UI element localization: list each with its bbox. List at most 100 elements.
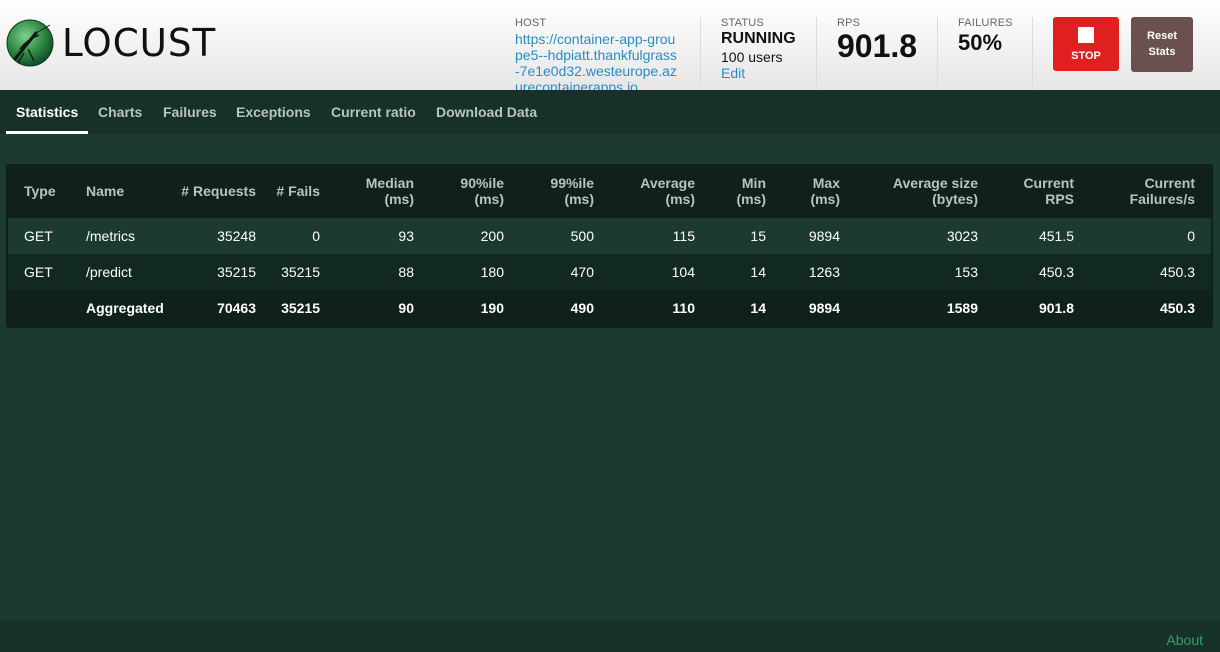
column-header[interactable]: Min (ms) [711, 164, 782, 218]
column-header[interactable]: # Requests [168, 164, 272, 218]
host-label: HOST [515, 17, 547, 29]
divider [1032, 17, 1033, 97]
failures-label: FAILURES [958, 17, 1013, 29]
table-cell: 15 [711, 218, 782, 254]
table-cell: 110 [610, 290, 711, 326]
tab-bar: Statistics Charts Failures Exceptions Cu… [0, 90, 1220, 134]
column-header[interactable]: Name [70, 164, 168, 218]
reset-label-line2: Stats [1148, 46, 1176, 58]
column-header[interactable]: 90%ile (ms) [430, 164, 520, 218]
table-cell: 451.5 [994, 218, 1090, 254]
about-link[interactable]: About [1166, 632, 1203, 648]
column-header-text: Average [640, 175, 695, 191]
table-cell: 450.3 [1090, 254, 1211, 290]
column-header-text: (bytes) [932, 191, 978, 207]
statistics-panel: Type Name # Requests # Fails Median (ms) 90%il… [6, 164, 1213, 328]
footer: About [0, 620, 1220, 652]
column-header-text: (ms) [665, 191, 695, 207]
stop-square-icon [1078, 27, 1094, 43]
table-cell: 104 [610, 254, 711, 290]
table-cell: 3023 [856, 218, 994, 254]
failures-value: 50% [958, 30, 1003, 55]
column-header-text: Name [86, 183, 125, 199]
table-cell: 190 [430, 290, 520, 326]
column-header-text: Type [24, 183, 56, 199]
column-header-text: Current [1023, 175, 1074, 191]
table-cell: 35248 [168, 218, 272, 254]
table-cell: 901.8 [994, 290, 1090, 326]
table-cell: GET [8, 218, 70, 254]
column-header-text: # Fails [276, 183, 320, 199]
table-cell: 490 [520, 290, 610, 326]
table-cell: 70463 [168, 290, 272, 326]
tab-exceptions[interactable]: Exceptions [226, 90, 321, 134]
column-header-text: (ms) [474, 191, 504, 207]
column-header[interactable]: Average size (bytes) [856, 164, 994, 218]
column-header-text: RPS [1045, 191, 1074, 207]
table-cell: 500 [520, 218, 610, 254]
column-header-text: Min [741, 175, 766, 191]
table-cell: 88 [336, 254, 430, 290]
rps-stat: RPS 901.8 [837, 17, 917, 65]
table-cell: 1589 [856, 290, 994, 326]
table-cell: 90 [336, 290, 430, 326]
table-cell: 35215 [272, 254, 336, 290]
column-header-text: Current [1144, 175, 1195, 191]
column-header[interactable]: Max (ms) [782, 164, 856, 218]
host-url-link[interactable]: https://container-app-groupe5--hdpiatt.t… [515, 31, 680, 95]
table-cell: 9894 [782, 290, 856, 326]
failures-stat: FAILURES 50% [958, 17, 1013, 56]
table-cell: 9894 [782, 218, 856, 254]
stop-button[interactable]: STOP [1053, 17, 1119, 71]
column-header[interactable]: Current Failures/s [1090, 164, 1211, 218]
column-header[interactable]: Average (ms) [610, 164, 711, 218]
table-cell: 0 [1090, 218, 1211, 254]
table-cell: 35215 [272, 290, 336, 326]
table-row: GET/metrics 35248 0 93 200 500 115 15 9894 3023 45… [8, 218, 1211, 254]
rps-value: 901.8 [837, 28, 918, 64]
column-header[interactable]: Median (ms) [336, 164, 430, 218]
column-header-text: Failures/s [1129, 191, 1195, 207]
column-header-text: (ms) [736, 191, 766, 207]
table-header-row: Type Name # Requests # Fails Median (ms) 90%il… [8, 164, 1211, 218]
reset-label-line1: Reset [1147, 30, 1177, 42]
table-cell: /predict [70, 254, 168, 290]
column-header-text: Max [812, 175, 840, 191]
status-label: STATUS [721, 17, 764, 29]
table-cell: 115 [610, 218, 711, 254]
status-stat: STATUS RUNNING 100 users Edit [721, 17, 796, 81]
table-cell: 14 [711, 290, 782, 326]
tab-download-data[interactable]: Download Data [426, 90, 547, 134]
locust-logo[interactable]: LOCUST [6, 19, 216, 67]
column-header-text: (ms) [810, 191, 840, 207]
column-header[interactable]: Current RPS [994, 164, 1090, 218]
column-header-text: Average size [892, 175, 978, 191]
column-header[interactable]: 99%ile (ms) [520, 164, 610, 218]
tab-failures[interactable]: Failures [153, 90, 227, 134]
status-value: RUNNING [721, 30, 796, 47]
reset-stats-button[interactable]: Reset Stats [1131, 17, 1193, 72]
host-stat: HOST https://container-app-groupe5--hdpi… [515, 17, 680, 95]
tab-charts[interactable]: Charts [88, 90, 152, 134]
edit-link[interactable]: Edit [721, 65, 796, 81]
table-cell: 450.3 [994, 254, 1090, 290]
column-header-text: 90%ile [460, 175, 504, 191]
locust-logo-icon [6, 19, 54, 67]
user-count: 100 users [721, 49, 783, 65]
divider [816, 17, 817, 97]
column-header-text: Median [365, 175, 414, 191]
column-header[interactable]: Type [8, 164, 70, 218]
table-cell: /metrics [70, 218, 168, 254]
divider [937, 17, 938, 97]
stop-label: STOP [1071, 50, 1101, 62]
table-cell: 93 [336, 218, 430, 254]
table-cell [8, 290, 70, 326]
table-cell: 0 [272, 218, 336, 254]
tab-current-ratio[interactable]: Current ratio [321, 90, 426, 134]
table-cell: 1263 [782, 254, 856, 290]
tab-statistics[interactable]: Statistics [6, 90, 89, 134]
table-cell: Aggregated [70, 290, 168, 326]
column-header[interactable]: # Fails [272, 164, 336, 218]
brand-name: LOCUST [62, 21, 217, 65]
header: LOCUST HOST https://container-app-groupe… [0, 0, 1220, 97]
